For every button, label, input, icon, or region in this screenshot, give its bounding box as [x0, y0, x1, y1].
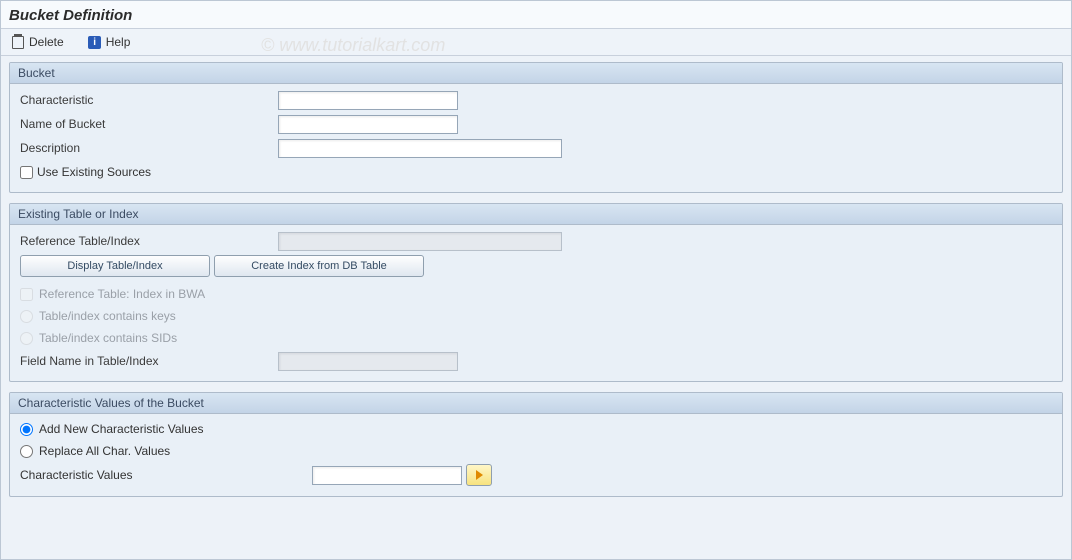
description-label: Description [16, 141, 278, 155]
contains-sids-label: Table/index contains SIDs [39, 331, 177, 345]
add-new-values-label: Add New Characteristic Values [39, 422, 204, 436]
app-window: Bucket Definition Delete i Help © www.tu… [0, 0, 1072, 560]
arrow-right-icon [476, 470, 483, 480]
replace-all-values-radio[interactable] [20, 445, 33, 458]
characteristic-label: Characteristic [16, 93, 278, 107]
group-bucket: Bucket Characteristic Name of Bucket Des… [9, 62, 1063, 193]
use-existing-checkbox[interactable] [20, 166, 33, 179]
description-input[interactable] [278, 139, 562, 158]
use-existing-label: Use Existing Sources [37, 165, 151, 179]
multiple-selection-button[interactable] [466, 464, 492, 486]
char-values-label: Characteristic Values [20, 468, 308, 482]
help-button-label: Help [106, 35, 131, 49]
ref-table-bwa-label: Reference Table: Index in BWA [39, 287, 205, 301]
delete-button[interactable]: Delete [11, 35, 64, 49]
char-values-input[interactable] [312, 466, 462, 485]
contains-keys-radio [20, 310, 33, 323]
group-existing: Existing Table or Index Reference Table/… [9, 203, 1063, 382]
field-name-input [278, 352, 458, 371]
add-new-values-radio[interactable] [20, 423, 33, 436]
field-name-label: Field Name in Table/Index [16, 354, 278, 368]
ref-table-bwa-checkbox [20, 288, 33, 301]
name-of-bucket-label: Name of Bucket [16, 117, 278, 131]
group-charvals-title: Characteristic Values of the Bucket [10, 393, 1062, 414]
reference-table-input [278, 232, 562, 251]
name-of-bucket-input[interactable] [278, 115, 458, 134]
toolbar: Delete i Help [1, 29, 1071, 56]
delete-button-label: Delete [29, 35, 64, 49]
contains-keys-label: Table/index contains keys [39, 309, 176, 323]
display-table-button[interactable]: Display Table/Index [20, 255, 210, 277]
create-index-button[interactable]: Create Index from DB Table [214, 255, 424, 277]
replace-all-values-label: Replace All Char. Values [39, 444, 170, 458]
group-existing-title: Existing Table or Index [10, 204, 1062, 225]
contains-sids-radio [20, 332, 33, 345]
title-bar: Bucket Definition [1, 1, 1071, 29]
group-charvals: Characteristic Values of the Bucket Add … [9, 392, 1063, 497]
group-bucket-title: Bucket [10, 63, 1062, 84]
info-icon: i [88, 35, 102, 49]
help-button[interactable]: i Help [88, 35, 131, 49]
page-title: Bucket Definition [9, 7, 1063, 24]
trash-icon [11, 35, 25, 49]
characteristic-input[interactable] [278, 91, 458, 110]
reference-table-label: Reference Table/Index [16, 234, 278, 248]
content-area: Bucket Characteristic Name of Bucket Des… [1, 56, 1071, 513]
